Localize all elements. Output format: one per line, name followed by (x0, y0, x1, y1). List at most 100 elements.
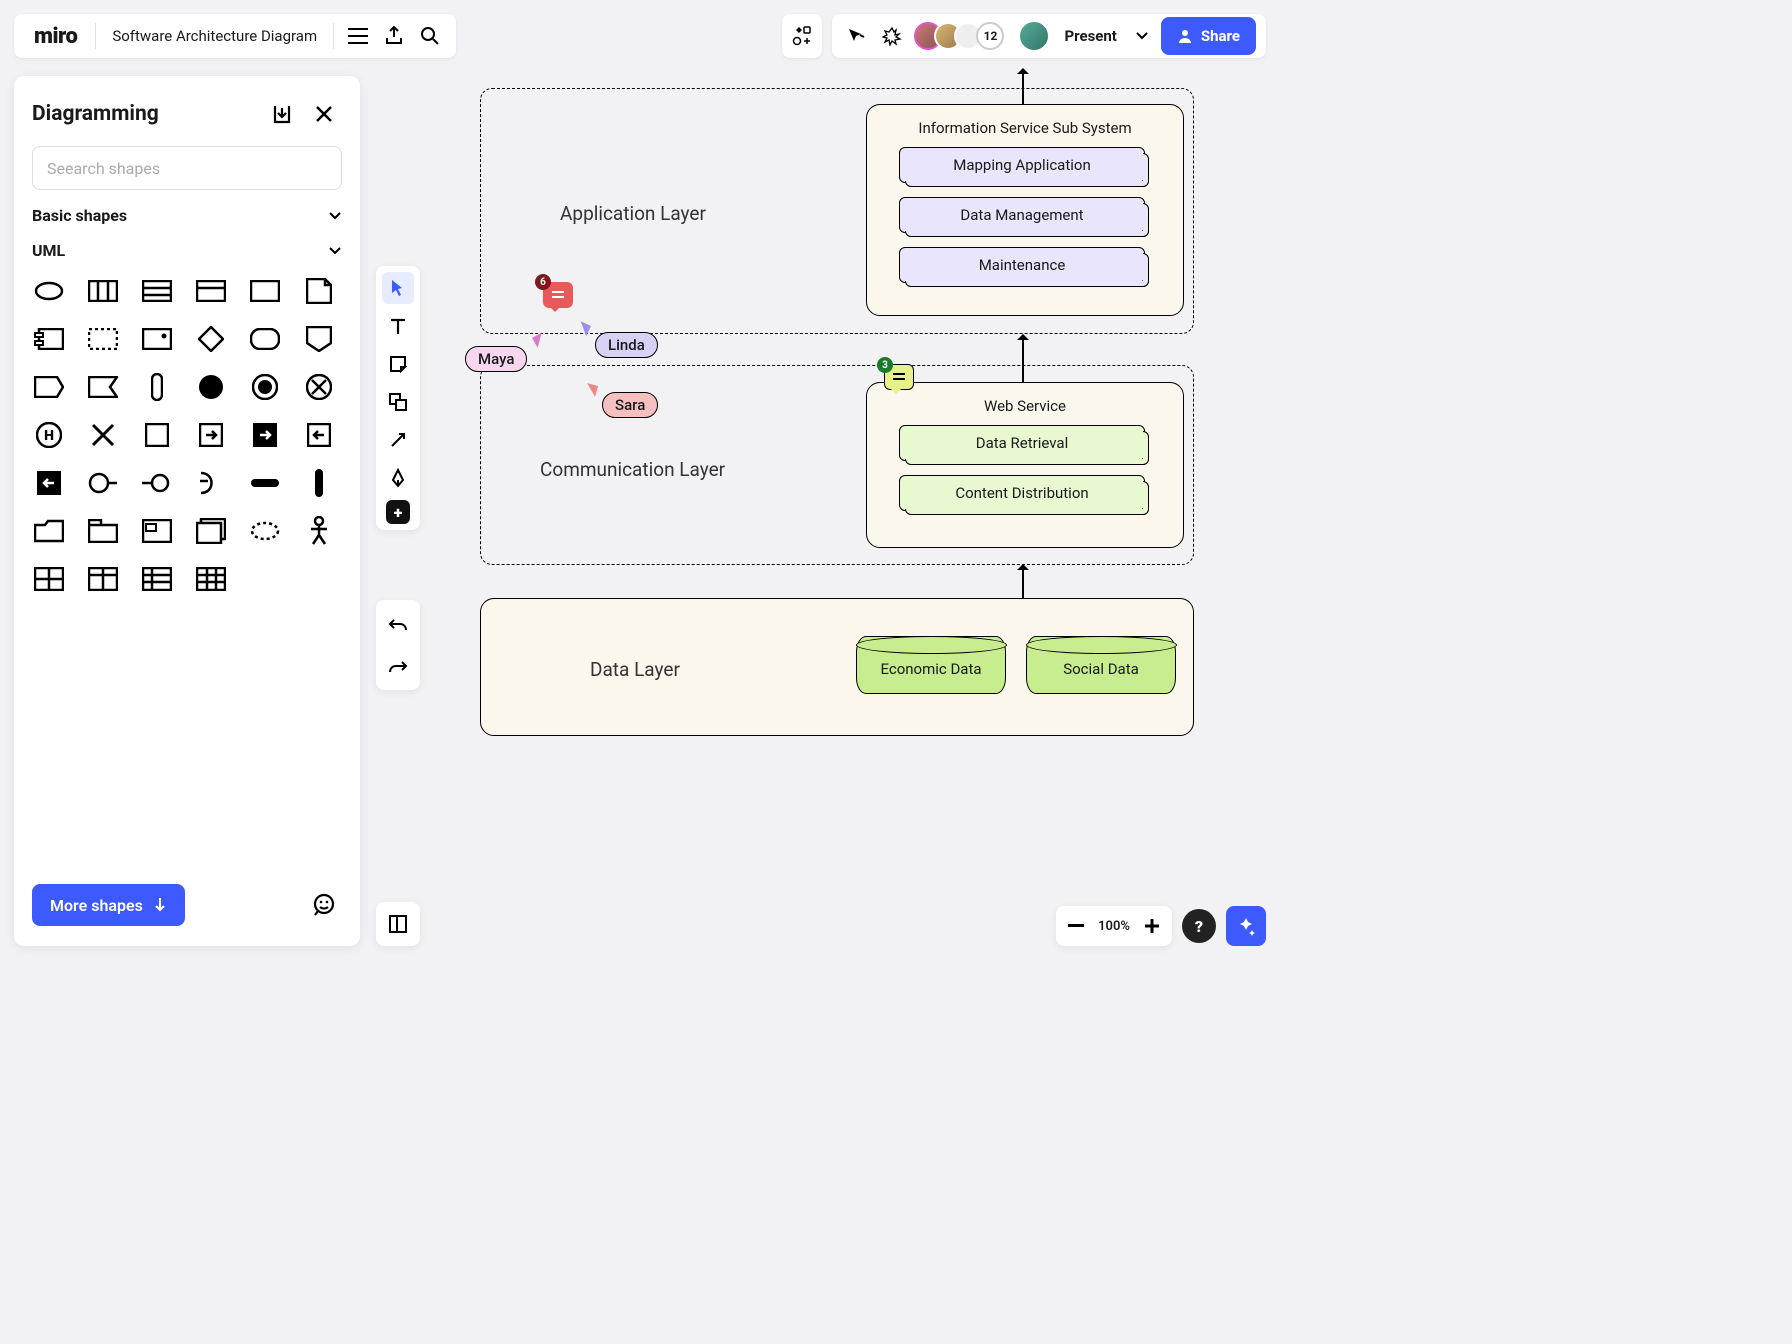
shape-table-grid[interactable] (194, 562, 228, 596)
shape-rectangle[interactable] (248, 274, 282, 308)
search-icon[interactable] (412, 18, 448, 54)
sticky-tool[interactable] (382, 348, 414, 380)
ai-assist-button[interactable] (1226, 906, 1266, 946)
close-icon[interactable] (306, 96, 342, 132)
shape-folder[interactable] (32, 514, 66, 548)
zoom-level[interactable]: 100% (1098, 919, 1130, 934)
shape-package[interactable] (86, 514, 120, 548)
shape-square-arrow-r[interactable] (194, 418, 228, 452)
shape-shield[interactable] (302, 322, 336, 356)
shape-square[interactable] (140, 418, 174, 452)
shape-rounded-rect[interactable] (248, 322, 282, 356)
comment-bubble[interactable]: 6 (543, 282, 573, 308)
text-tool[interactable] (382, 310, 414, 342)
chevron-down-icon (328, 211, 342, 221)
layer-label: Data Layer (590, 658, 680, 681)
shape-container-rows[interactable] (140, 274, 174, 308)
export-icon[interactable] (376, 18, 412, 54)
user-count-badge[interactable]: 12 (976, 22, 1004, 50)
bottom-right-controls: 100% ? (1056, 906, 1266, 946)
shape-container-3col[interactable] (86, 274, 120, 308)
shape-table-header[interactable] (86, 562, 120, 596)
shape-note[interactable] (302, 274, 336, 308)
shape-bar-h[interactable] (248, 466, 282, 500)
shape-card[interactable] (194, 274, 228, 308)
shape-tool[interactable] (382, 386, 414, 418)
zoom-out-button[interactable] (1068, 924, 1084, 928)
cursor-tool-icon[interactable] (842, 18, 870, 54)
avatar-stack[interactable]: 12 (914, 22, 1004, 50)
section-basic-shapes[interactable]: Basic shapes (32, 206, 342, 225)
arrow[interactable] (1022, 566, 1024, 598)
present-button[interactable]: Present (1058, 27, 1122, 45)
shape-dashed-rect[interactable] (86, 322, 120, 356)
box-item[interactable]: Maintenance (899, 247, 1145, 283)
box-item[interactable]: Data Retrieval (899, 425, 1145, 461)
current-user-avatar[interactable] (1018, 20, 1050, 52)
cylinder-social[interactable]: Social Data (1026, 636, 1176, 694)
shape-component[interactable] (32, 322, 66, 356)
redo-button[interactable] (382, 650, 414, 682)
zoom-in-button[interactable] (1144, 918, 1160, 934)
box-title: Information Service Sub System (867, 119, 1183, 137)
hamburger-icon[interactable] (340, 18, 376, 54)
box-info-service[interactable]: Information Service Sub System Mapping A… (866, 104, 1184, 316)
import-icon[interactable] (264, 96, 300, 132)
shape-circle-x[interactable] (302, 370, 336, 404)
shape-square-arrow-l-filled[interactable] (32, 466, 66, 500)
shape-stack[interactable] (194, 514, 228, 548)
shape-square-arrow-r-filled[interactable] (248, 418, 282, 452)
shape-bar-v-filled[interactable] (302, 466, 336, 500)
chevron-down-icon[interactable] (1131, 18, 1153, 54)
arrow[interactable] (1022, 70, 1024, 104)
board-title[interactable]: Software Architecture Diagram (102, 27, 327, 45)
shapes-panel: Diagramming Basic shapes UML (14, 76, 360, 946)
arrow-tool[interactable] (382, 424, 414, 456)
section-uml[interactable]: UML (32, 241, 342, 260)
shape-square-arrow-l[interactable] (302, 418, 336, 452)
undo-button[interactable] (382, 608, 414, 640)
arrow[interactable] (1022, 336, 1024, 382)
shape-circle-ring[interactable] (248, 370, 282, 404)
shape-dashed-ellipse[interactable] (248, 514, 282, 548)
shape-signal[interactable] (86, 370, 120, 404)
feedback-icon[interactable] (306, 887, 342, 923)
cylinder-economic[interactable]: Economic Data (856, 636, 1006, 694)
box-item[interactable]: Mapping Application (899, 147, 1145, 183)
cursor-tag-maya: Maya (465, 346, 527, 372)
shape-x[interactable] (86, 418, 120, 452)
shape-rect-dot[interactable] (140, 322, 174, 356)
shape-bar-v[interactable] (140, 370, 174, 404)
share-button[interactable]: Share (1161, 17, 1256, 55)
shape-table-sidebar[interactable] (140, 562, 174, 596)
cursor-tag-linda: Linda (595, 332, 658, 358)
apps-button[interactable] (782, 14, 822, 58)
canvas[interactable]: Application Layer Information Service Su… (430, 70, 1266, 890)
shape-browser[interactable] (140, 514, 174, 548)
add-tool[interactable]: + (386, 500, 410, 524)
comment-bubble[interactable]: 3 (884, 364, 914, 390)
shape-circle-h[interactable]: H (32, 418, 66, 452)
shape-tag[interactable] (32, 370, 66, 404)
box-item[interactable]: Data Management (899, 197, 1145, 233)
search-input[interactable] (32, 146, 342, 190)
pen-tool[interactable] (382, 462, 414, 494)
share-label: Share (1201, 27, 1240, 45)
shape-ellipse[interactable] (32, 274, 66, 308)
more-shapes-button[interactable]: More shapes (32, 884, 185, 926)
shape-table-2x2[interactable] (32, 562, 66, 596)
shape-required-interface[interactable] (140, 466, 174, 500)
reactions-icon[interactable] (878, 18, 906, 54)
shape-provided-interface[interactable] (86, 466, 120, 500)
box-item[interactable]: Content Distribution (899, 475, 1145, 511)
zoom-control: 100% (1056, 906, 1172, 946)
miro-logo[interactable]: miro (22, 24, 89, 49)
shape-arc[interactable] (194, 466, 228, 500)
box-web-service[interactable]: Web Service Data Retrieval Content Distr… (866, 382, 1184, 548)
help-button[interactable]: ? (1182, 909, 1216, 943)
shape-diamond[interactable] (194, 322, 228, 356)
shape-circle-filled[interactable] (194, 370, 228, 404)
shape-actor[interactable] (302, 514, 336, 548)
select-tool[interactable] (382, 272, 414, 304)
frames-button[interactable] (376, 902, 420, 946)
